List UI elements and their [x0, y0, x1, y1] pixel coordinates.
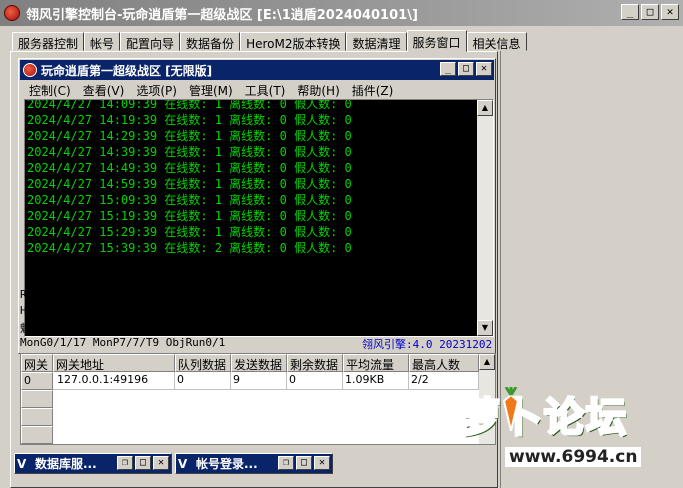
cell-avg-traffic: 1.09KB [343, 372, 409, 390]
tab-server-control[interactable]: 服务器控制 [12, 32, 85, 51]
child-title: 玩命逍盾第一超级战区 [无限版] [41, 63, 213, 78]
maximize-button[interactable]: □ [296, 456, 312, 470]
restore-button[interactable]: ❐ [117, 456, 133, 470]
scroll-up-icon[interactable]: ▲ [477, 100, 493, 116]
log-line: 2024/4/27 15:19:39 在线数: 1 离线数: 0 假人数: 0 [27, 209, 352, 223]
mini-caption-buttons: ❐ □ ✕ [117, 456, 169, 470]
cell-sent: 9 [231, 372, 287, 390]
window-v-icon: V [178, 456, 188, 471]
child-minimize-button[interactable]: _ [440, 62, 456, 76]
status-engine-time: 引擎:118:53:54 [M][F] [218, 290, 353, 303]
main-titlebar[interactable]: 翎风引擎控制台-玩命逍盾第一超级战区 [E:\1逍盾2024040101\] _… [0, 0, 683, 26]
table-row [21, 390, 53, 408]
watermark-url: www.6994.cn [505, 447, 642, 467]
caption-buttons: _ □ ✕ [621, 4, 679, 20]
window-v-icon: V [17, 456, 27, 471]
scroll-down-icon[interactable]: ▼ [477, 320, 493, 336]
child-titlebar[interactable]: 玩命逍盾第一超级战区 [无限版] _ □ ✕ [20, 60, 494, 80]
minimize-button[interactable]: _ [621, 4, 639, 20]
tab-config-wizard[interactable]: 配置向导 [120, 32, 181, 51]
status-local: [本机:27.7892天] [362, 322, 462, 335]
tab-account[interactable]: 帐号 [84, 32, 121, 51]
cell-queue: 0 [175, 372, 231, 390]
log-line: 2024/4/27 14:19:39 在线数: 1 离线数: 0 假人数: 0 [27, 113, 352, 127]
status-run: Run65/60 Soc0/0 Usr7/7 [20, 288, 166, 301]
menu-view[interactable]: 查看(V) [77, 81, 131, 99]
header-address: 网关地址 [53, 354, 175, 372]
minimized-account-login[interactable]: V 帐号登录... ❐ □ ✕ [175, 453, 333, 474]
child-caption-buttons: _ □ ✕ [440, 62, 492, 76]
log-line: 2024/4/27 14:29:39 在线数: 1 离线数: 0 假人数: 0 [27, 129, 352, 143]
menu-manage[interactable]: 管理(M) [183, 81, 239, 99]
tab-herom2-convert[interactable]: HeroM2版本转换 [240, 32, 347, 51]
status-monster-refresh: [刷怪:10405;34] [362, 290, 457, 303]
tab-service-window[interactable]: 服务窗口 [406, 30, 467, 52]
child-close-button[interactable]: ✕ [476, 62, 492, 76]
close-button[interactable]: ✕ [661, 4, 679, 20]
maximize-button[interactable]: □ [135, 456, 151, 470]
header-max-users: 最高人数 [409, 354, 479, 372]
restore-button[interactable]: ❐ [278, 456, 294, 470]
tab-bar: 服务器控制 帐号 配置向导 数据备份 HeroM2版本转换 数据清理 服务窗口 … [12, 30, 527, 52]
log-line: 2024/4/27 14:49:39 在线数: 1 离线数: 0 假人数: 0 [27, 161, 352, 175]
app-icon [4, 5, 20, 21]
empty-cell [21, 390, 53, 408]
child-menubar: 控制(C) 查看(V) 选项(P) 管理(M) 工具(T) 帮助(H) 插件(Z… [23, 81, 399, 99]
log-line: 2024/4/27 14:59:39 在线数: 1 离线数: 0 假人数: 0 [27, 177, 352, 191]
cell-remaining: 0 [287, 372, 343, 390]
carrot-icon [502, 387, 520, 431]
child-app-icon [23, 63, 37, 77]
log-line: 2024/4/27 14:09:39 在线数: 1 离线数: 0 假人数: 0 [27, 99, 352, 111]
minimized-db-server[interactable]: V 数据库服... ❐ □ ✕ [14, 453, 172, 474]
menu-tools[interactable]: 工具(T) [239, 81, 292, 99]
table-row[interactable]: 0 127.0.0.1:49196 0 9 0 1.09KB 2/2 [21, 372, 479, 390]
status-player: 魁シ拔・★[人],897/1827 - [20, 322, 168, 335]
table-row [21, 408, 53, 426]
child-maximize-button[interactable]: □ [458, 62, 474, 76]
menu-options[interactable]: 选项(P) [130, 81, 183, 99]
scroll-up-icon[interactable]: ▲ [479, 354, 495, 370]
window-title: 翎风引擎控制台-玩命逍盾第一超级战区 [E:\1逍盾2024040101\] [26, 7, 418, 23]
gateway-header-row: 网关 网关地址 队列数据 发送数据 剩余数据 平均流量 最高人数 [21, 354, 479, 372]
tab-data-backup[interactable]: 数据备份 [180, 32, 241, 51]
mini-caption-buttons: ❐ □ ✕ [278, 456, 330, 470]
tab-related-info[interactable]: 相关信息 [466, 32, 527, 51]
gateway-table[interactable]: 网关 网关地址 队列数据 发送数据 剩余数据 平均流量 最高人数 0 127.0… [20, 353, 496, 445]
close-button[interactable]: ✕ [314, 456, 330, 470]
header-gateway: 网关 [21, 354, 53, 372]
forum-watermark: 萝卜论坛 www.6994.cn [450, 385, 680, 485]
maximize-button[interactable]: □ [641, 4, 659, 20]
log-lines: 2024/4/27 14:09:39 在线数: 1 离线数: 0 假人数: 0 … [27, 99, 479, 256]
engine-version: 翎风引擎:4.0 20231202 [362, 338, 493, 351]
log-line: 2024/4/27 15:39:39 在线数: 2 离线数: 0 假人数: 0 [27, 241, 352, 255]
header-remaining: 剩余数据 [287, 354, 343, 372]
menu-help[interactable]: 帮助(H) [291, 81, 345, 99]
empty-cell [21, 426, 53, 444]
header-sent: 发送数据 [231, 354, 287, 372]
log-line: 2024/4/27 14:39:39 在线数: 1 离线数: 0 假人数: 0 [27, 145, 352, 159]
tab-data-cleanup[interactable]: 数据清理 [346, 32, 407, 51]
menu-plugins[interactable]: 插件(Z) [346, 81, 400, 99]
cell-address: 127.0.0.1:49196 [53, 372, 175, 390]
status-hum: Hum0/2 Mon7/7 UsrRot16/T3 Merch0/15 Npc0… [20, 304, 325, 317]
header-queue: 队列数据 [175, 354, 231, 372]
header-avg-traffic: 平均流量 [343, 354, 409, 372]
minimized-title: 数据库服... [35, 457, 97, 471]
close-button[interactable]: ✕ [153, 456, 169, 470]
log-line: 2024/4/27 15:09:39 在线数: 1 离线数: 0 假人数: 0 [27, 193, 352, 207]
minimized-title: 帐号登录... [196, 457, 258, 471]
status-online: [在线:2/2/0] [362, 306, 437, 319]
log-scrollbar[interactable]: ▲ ▼ [477, 100, 493, 336]
empty-cell [21, 408, 53, 426]
watermark-text: 萝卜论坛 [459, 394, 628, 443]
menu-control[interactable]: 控制(C) [23, 81, 77, 99]
table-row [21, 426, 53, 444]
log-line: 2024/4/27 15:29:39 在线数: 1 离线数: 0 假人数: 0 [27, 225, 352, 239]
cell-gateway: 0 [21, 372, 53, 390]
status-mon: MonG0/1/17 MonP7/7/T9 ObjRun0/1 [20, 336, 226, 349]
